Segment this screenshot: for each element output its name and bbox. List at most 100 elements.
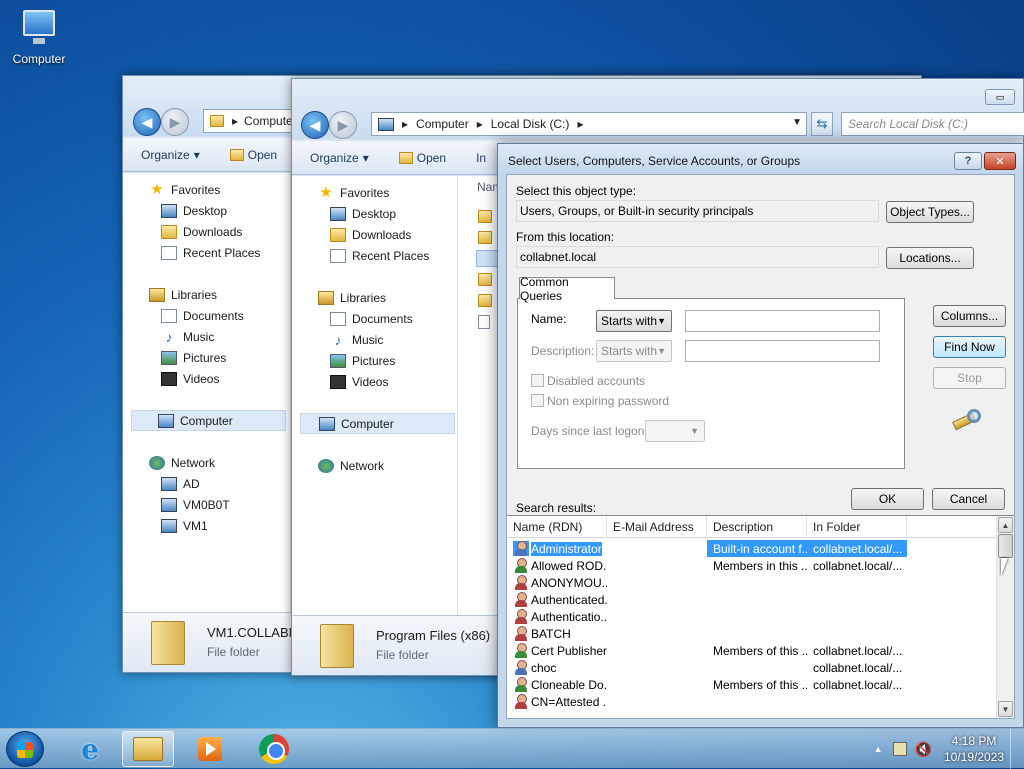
disabled-accounts-checkbox[interactable] (531, 374, 544, 387)
name-match-select[interactable]: Starts with ▼ (596, 310, 672, 332)
stop-button[interactable]: Stop (933, 367, 1006, 389)
column-header-name[interactable]: Name (RDN) (507, 516, 607, 538)
result-description (707, 659, 807, 676)
show-desktop-button[interactable] (1010, 729, 1024, 769)
result-row[interactable]: Cert Publishers Members of this ... collab… (507, 642, 996, 659)
nav-documents[interactable]: Documents (292, 308, 457, 329)
nav-music[interactable]: ♪ Music (123, 326, 290, 347)
close-button[interactable]: ✕ (984, 152, 1016, 170)
back-button[interactable]: ◀ (133, 108, 161, 136)
results-scrollbar[interactable]: ▲ ▼ (996, 516, 1014, 718)
address-bar[interactable]: ▸ Computer ▸ Local Disk (C:) ▸ ▼ (371, 112, 807, 136)
volume-muted-icon[interactable]: 🔇 (915, 741, 932, 758)
days-since-logon-select[interactable]: ▼ (645, 420, 705, 442)
nav-computer[interactable]: Computer (131, 410, 286, 431)
file-icon[interactable] (478, 315, 490, 329)
restore-button[interactable]: ▭ (985, 89, 1015, 105)
column-header-description[interactable]: Description (707, 516, 807, 538)
result-row[interactable]: Cloneable Do... Members of this ... collab… (507, 676, 996, 693)
result-row[interactable]: Administrator Built-in account f... collab… (507, 540, 996, 557)
result-row[interactable]: Authenticated... (507, 591, 996, 608)
columns-button[interactable]: Columns... (933, 305, 1006, 327)
nav-network[interactable]: Network (292, 455, 457, 476)
windows-explorer-icon (133, 737, 163, 761)
desktop-computer-icon[interactable]: Computer (6, 8, 72, 66)
nav-videos[interactable]: Videos (123, 368, 290, 389)
name-label: Name: (531, 312, 567, 326)
nav-desktop[interactable]: Desktop (292, 203, 457, 224)
taskbar-media-player[interactable] (184, 731, 236, 767)
cancel-button[interactable]: Cancel (932, 488, 1005, 510)
folder-icon[interactable] (476, 250, 498, 267)
name-input[interactable] (685, 310, 880, 332)
action-center-icon[interactable] (892, 742, 907, 756)
result-row[interactable]: CN=Attested ... (507, 693, 996, 710)
scroll-thumb[interactable] (998, 534, 1013, 558)
navigation-pane: ★ Favorites Desktop Downloads Recent Plac… (123, 173, 291, 612)
scroll-down-arrow-icon[interactable]: ▼ (998, 701, 1013, 717)
nav-recent-places[interactable]: Recent Places (123, 242, 290, 263)
forward-button[interactable]: ▶ (161, 108, 189, 136)
nav-documents[interactable]: Documents (123, 305, 290, 326)
folder-icon[interactable] (478, 294, 492, 307)
tab-common-queries[interactable]: Common Queries (519, 275, 615, 303)
scroll-up-arrow-icon[interactable]: ▲ (998, 517, 1013, 533)
result-row[interactable]: Authenticatio... (507, 608, 996, 625)
nav-pictures[interactable]: Pictures (292, 350, 457, 371)
result-name: Authenticatio... (531, 609, 607, 624)
folder-icon[interactable] (478, 273, 492, 286)
nav-desktop[interactable]: Desktop (123, 200, 290, 221)
result-row[interactable]: BATCH (507, 625, 996, 642)
back-button[interactable]: ◀ (301, 111, 329, 139)
open-button[interactable]: Open (229, 148, 277, 162)
result-email (607, 540, 707, 557)
taskbar-internet-explorer[interactable]: e (64, 731, 116, 767)
nav-computer[interactable]: Computer (300, 413, 455, 434)
address-dropdown-icon[interactable]: ▼ (792, 117, 802, 128)
taskbar-chrome[interactable] (248, 731, 300, 767)
nav-downloads[interactable]: Downloads (292, 224, 457, 245)
object-types-button[interactable]: Object Types... (886, 201, 974, 223)
open-button[interactable]: Open (398, 151, 446, 165)
nav-recent-places[interactable]: Recent Places (292, 245, 457, 266)
result-row[interactable]: ANONYMOU... (507, 574, 996, 591)
description-input[interactable] (685, 340, 880, 362)
nav-libraries[interactable]: Libraries (123, 284, 290, 305)
nav-ad[interactable]: AD (123, 473, 290, 494)
system-tray: ▲ 🔇 4:18 PM 10/19/2023 (874, 729, 1024, 769)
organize-button[interactable]: Organize ▾ (310, 151, 369, 165)
clock[interactable]: 4:18 PM 10/19/2023 (942, 733, 1006, 765)
column-header-email[interactable]: E-Mail Address (607, 516, 707, 538)
column-header-folder[interactable]: In Folder (807, 516, 907, 538)
nav-favorites[interactable]: ★ Favorites (123, 179, 290, 200)
folder-icon[interactable] (478, 231, 492, 244)
ok-button[interactable]: OK (851, 488, 924, 510)
description-match-select[interactable]: Starts with ▼ (596, 340, 672, 362)
locations-button[interactable]: Locations... (886, 247, 974, 269)
forward-button[interactable]: ▶ (329, 111, 357, 139)
nav-pictures[interactable]: Pictures (123, 347, 290, 368)
nav-favorites[interactable]: ★ Favorites (292, 182, 457, 203)
find-now-button[interactable]: Find Now (933, 336, 1006, 358)
organize-button[interactable]: Organize ▾ (141, 148, 200, 162)
search-box[interactable]: Search Local Disk (C:) (841, 112, 1024, 136)
help-button[interactable]: ? (954, 152, 982, 170)
nav-downloads[interactable]: Downloads (123, 221, 290, 242)
show-hidden-icons-icon[interactable]: ▲ (874, 744, 883, 754)
refresh-button[interactable]: ⇆ (811, 112, 833, 136)
nav-vm0b0t[interactable]: VM0B0T (123, 494, 290, 515)
nav-libraries[interactable]: Libraries (292, 287, 457, 308)
result-row[interactable]: Allowed ROD... Members in this ... collabn… (507, 557, 996, 574)
folder-icon[interactable] (478, 210, 492, 223)
address-bar[interactable]: ▸ Computer (203, 109, 303, 133)
result-row[interactable]: choc collabnet.local/... (507, 659, 996, 676)
taskbar-windows-explorer[interactable] (122, 731, 174, 767)
nav-network[interactable]: Network (123, 452, 290, 473)
nav-music[interactable]: ♪ Music (292, 329, 457, 350)
nav-videos[interactable]: Videos (292, 371, 457, 392)
start-button[interactable] (6, 731, 44, 767)
nav-vm1[interactable]: VM1 (123, 515, 290, 536)
non-expiring-checkbox[interactable] (531, 394, 544, 407)
toolbar-overflow-item[interactable]: In (476, 151, 486, 165)
result-email (607, 642, 707, 659)
